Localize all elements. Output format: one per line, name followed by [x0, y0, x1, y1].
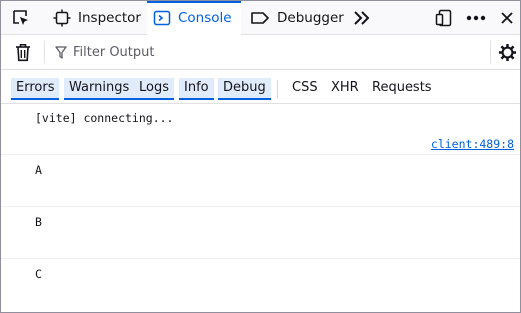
tab-inspector-label: Inspector	[78, 10, 141, 26]
tab-console[interactable]: Console	[147, 1, 241, 35]
console-message: A	[1, 155, 520, 207]
devtools-toolbar: Inspector Console Debugger	[1, 1, 520, 35]
console-icon	[153, 9, 171, 27]
level-logs-toggle[interactable]: Logs	[134, 78, 174, 100]
dock-side-icon[interactable]	[435, 1, 453, 35]
message-text: [vite] connecting...	[35, 111, 174, 125]
message-text: B	[35, 215, 42, 229]
filter-requests-toggle[interactable]: Requests	[367, 78, 437, 100]
more-tabs-chevron-icon[interactable]	[353, 1, 371, 35]
trash-icon[interactable]	[15, 43, 31, 62]
level-info-toggle[interactable]: Info	[179, 78, 214, 100]
tab-inspector[interactable]: Inspector	[47, 1, 147, 35]
message-text: C	[35, 267, 42, 281]
filter-css-toggle[interactable]: CSS	[287, 78, 323, 100]
console-message: B	[1, 207, 520, 259]
tab-console-label: Console	[178, 10, 232, 26]
divider	[490, 41, 491, 63]
filter-output-input[interactable]	[53, 40, 483, 64]
devtools-window: Inspector Console Debugger Filter Output…	[0, 0, 521, 313]
debugger-icon	[250, 9, 270, 27]
inspector-icon	[53, 9, 71, 27]
console-message: [vite] connecting... client:489:8	[1, 105, 520, 155]
divider	[44, 41, 45, 63]
level-errors-toggle[interactable]: Errors	[11, 78, 60, 100]
message-source-link[interactable]: client:489:8	[431, 137, 514, 151]
console-filter-bar	[1, 35, 520, 70]
console-message: C	[1, 259, 520, 311]
more-options-icon[interactable]	[466, 1, 486, 35]
level-warnings-toggle[interactable]: Warnings	[64, 78, 135, 100]
tab-debugger-label: Debugger	[277, 10, 344, 26]
log-level-bar: Errors Warnings Logs Info Debug CSS XHR …	[1, 71, 520, 104]
message-text: A	[35, 163, 42, 177]
element-picker-icon[interactable]	[11, 1, 31, 35]
filter-xhr-toggle[interactable]: XHR	[326, 78, 364, 100]
tab-debugger[interactable]: Debugger	[244, 1, 350, 35]
close-icon[interactable]	[500, 1, 514, 35]
divider	[277, 80, 278, 98]
settings-gear-icon[interactable]	[498, 43, 517, 62]
level-debug-toggle[interactable]: Debug	[218, 78, 271, 100]
